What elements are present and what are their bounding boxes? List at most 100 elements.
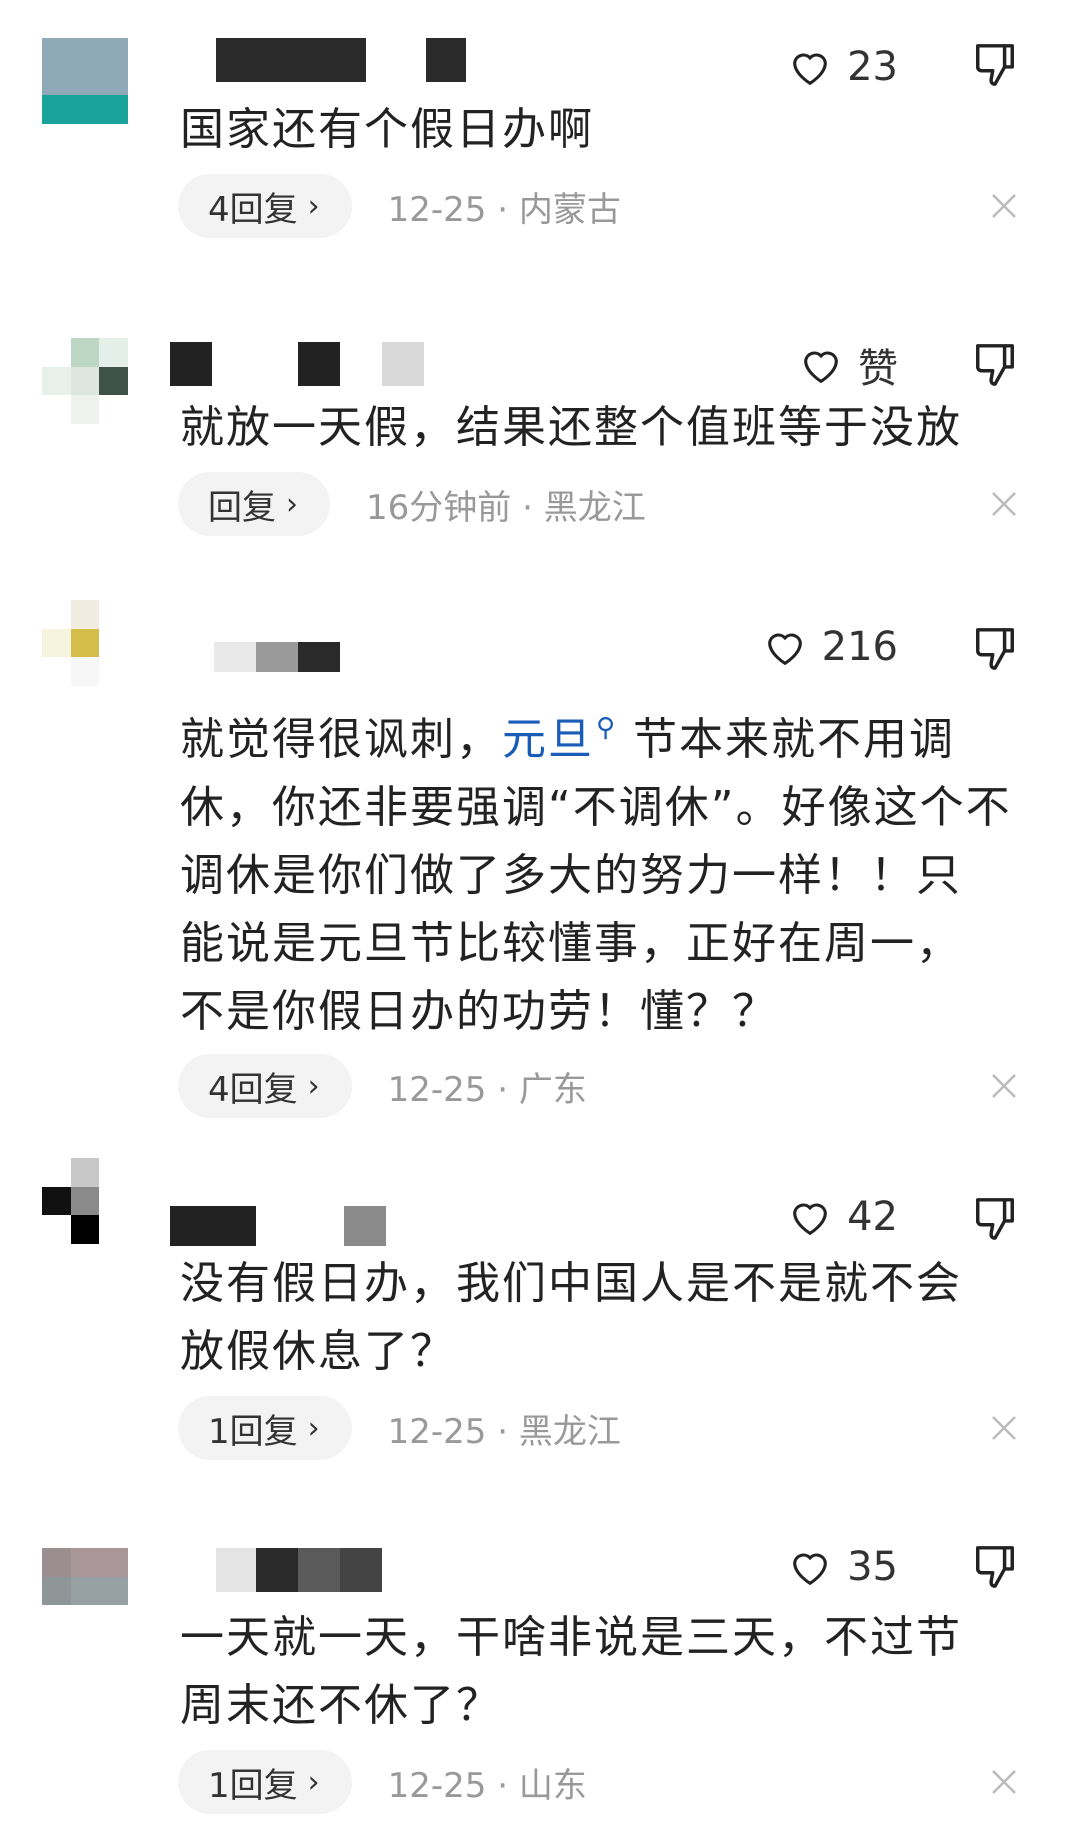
reply-button[interactable]: 4回复 › — [178, 1054, 352, 1118]
chevron-right-icon: › — [307, 188, 320, 224]
thumbs-down-icon[interactable] — [972, 1194, 1018, 1244]
avatar-pixel — [42, 657, 71, 686]
avatar-pixel — [70, 657, 100, 686]
avatar-pixel — [42, 1576, 71, 1606]
avatar-pixel — [99, 1186, 128, 1216]
avatar-pixel — [70, 338, 100, 367]
avatar-pixel — [99, 1548, 128, 1577]
comment-text: 就觉得很讽刺，元旦⚲ 节本来就不用调 休，你还非要强调“不调休”。好像这个不 调… — [180, 713, 1012, 1037]
comment-time-location: 12-25 · 山东 — [387, 1765, 587, 1806]
avatar-pixel — [70, 395, 100, 424]
comment-time-location: 12-25 · 黑龙江 — [387, 1411, 621, 1452]
avatar-pixel — [99, 338, 128, 367]
avatar-pixel — [99, 600, 128, 629]
like-button[interactable]: 42 — [787, 1190, 898, 1244]
avatar[interactable] — [42, 338, 128, 424]
avatar-pixel — [42, 95, 71, 124]
heart-icon — [804, 351, 838, 384]
chevron-right-icon: › — [286, 486, 298, 522]
heart-icon — [793, 1553, 827, 1586]
avatar-pixel — [70, 1186, 100, 1216]
avatar-pixel — [70, 1548, 100, 1577]
avatar[interactable] — [42, 1158, 128, 1244]
avatar-pixel — [99, 66, 128, 96]
avatar-pixel — [99, 1215, 128, 1244]
avatar[interactable] — [42, 600, 128, 686]
avatar-pixel — [70, 66, 100, 96]
avatar-pixel — [42, 1548, 71, 1577]
avatar-pixel — [70, 366, 100, 396]
avatar-pixel — [99, 1605, 128, 1634]
avatar-pixel — [42, 38, 71, 67]
avatar-pixel — [42, 628, 71, 658]
close-icon[interactable] — [990, 1414, 1018, 1442]
thumbs-down-icon[interactable] — [972, 1542, 1018, 1592]
comment-meta: 1回复 › 12-25 · 山东 — [178, 1750, 587, 1814]
close-icon[interactable] — [990, 1072, 1018, 1100]
avatar-pixel — [70, 95, 100, 124]
avatar-pixel — [70, 1215, 100, 1244]
heart-icon — [793, 1203, 827, 1236]
avatar-pixel — [70, 38, 100, 67]
keyword-link[interactable]: 元旦 — [502, 714, 594, 765]
avatar-pixel — [99, 657, 128, 686]
avatar[interactable] — [42, 38, 128, 124]
like-count: 42 — [847, 1194, 898, 1240]
like-button[interactable]: 216 — [762, 620, 898, 674]
avatar-pixel — [42, 1605, 71, 1634]
comment-text: 一天就一天，干啥非说是三天，不过节 周末还不休了？ — [180, 1612, 962, 1731]
avatar-pixel — [99, 1158, 128, 1187]
reply-button[interactable]: 1回复 › — [178, 1750, 352, 1814]
comment-text: 没有假日办，我们中国人是不是就不会 放假休息了？ — [180, 1258, 962, 1377]
close-icon[interactable] — [990, 490, 1018, 518]
like-button[interactable]: 23 — [787, 40, 898, 94]
close-icon[interactable] — [990, 192, 1018, 220]
close-icon[interactable] — [990, 1768, 1018, 1796]
like-button[interactable]: 35 — [787, 1540, 898, 1594]
reply-button[interactable]: 回复 › — [178, 472, 330, 536]
avatar[interactable] — [42, 1548, 128, 1634]
heart-icon — [793, 53, 827, 86]
avatar-pixel — [70, 1158, 100, 1187]
avatar-pixel — [70, 628, 100, 658]
comment-time-location: 12-25 · 广东 — [387, 1069, 587, 1110]
comment-meta: 4回复 › 12-25 · 广东 — [178, 1054, 587, 1118]
heart-icon — [767, 633, 802, 666]
search-icon[interactable]: ⚲ — [596, 713, 617, 743]
comment-time-location: 12-25 · 内蒙古 — [387, 189, 621, 230]
avatar-pixel — [42, 1186, 71, 1216]
thumbs-down-icon[interactable] — [972, 624, 1018, 674]
comment-meta: 回复 › 16分钟前 · 黑龙江 — [178, 472, 646, 536]
avatar-pixel — [42, 366, 71, 396]
avatar-pixel — [42, 600, 71, 629]
like-count: 35 — [847, 1544, 898, 1590]
chevron-right-icon: › — [307, 1068, 320, 1104]
avatar-pixel — [42, 1158, 71, 1187]
thumbs-down-icon[interactable] — [972, 40, 1018, 90]
avatar-pixel — [99, 95, 128, 124]
avatar-pixel — [99, 1576, 128, 1606]
avatar-pixel — [70, 1605, 100, 1634]
reply-button[interactable]: 1回复 › — [178, 1396, 352, 1460]
reply-button[interactable]: 4回复 › — [178, 174, 352, 238]
like-count: 23 — [847, 44, 898, 90]
like-button[interactable]: 赞 — [798, 338, 898, 392]
comment-meta: 4回复 › 12-25 · 内蒙古 — [178, 174, 621, 238]
avatar-pixel — [42, 1215, 71, 1244]
like-count: 216 — [821, 624, 898, 670]
avatar-pixel — [42, 395, 71, 424]
chevron-right-icon: › — [307, 1410, 320, 1446]
comment-meta: 1回复 › 12-25 · 黑龙江 — [178, 1396, 621, 1460]
avatar-pixel — [42, 66, 71, 96]
thumbs-down-icon[interactable] — [972, 340, 1018, 390]
avatar-pixel — [70, 1576, 100, 1606]
avatar-pixel — [99, 366, 128, 396]
comment-time-location: 16分钟前 · 黑龙江 — [366, 487, 646, 528]
comment-text: 国家还有个假日办啊 — [180, 104, 594, 155]
avatar-pixel — [99, 38, 128, 67]
avatar-pixel — [99, 628, 128, 658]
avatar-pixel — [99, 395, 128, 424]
chevron-right-icon: › — [307, 1764, 320, 1800]
comment-text: 就放一天假，结果还整个值班等于没放 — [180, 402, 962, 453]
avatar-pixel — [42, 338, 71, 367]
